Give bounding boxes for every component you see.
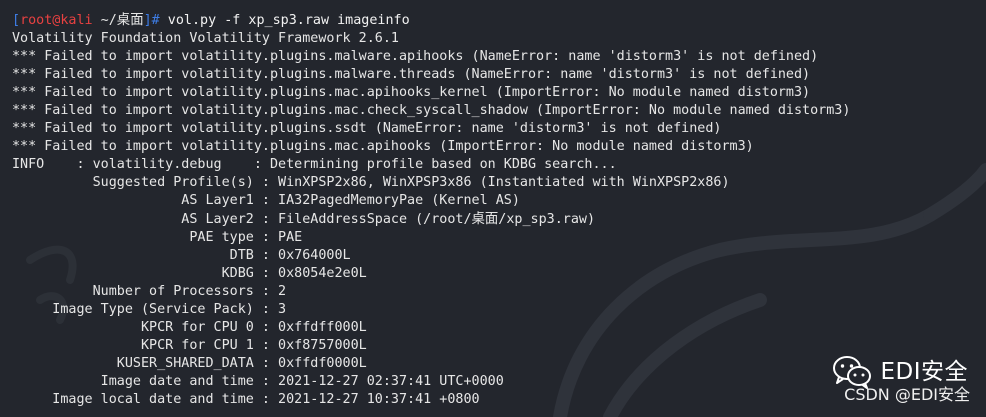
output-line: Image Type (Service Pack) : 3: [12, 301, 287, 317]
output-line: *** Failed to import volatility.plugins.…: [12, 103, 851, 119]
output-line: Suggested Profile(s) : WinXPSP2x86, WinX…: [12, 175, 730, 191]
output-line: *** Failed to import volatility.plugins.…: [12, 121, 722, 137]
terminal-output: [root@kali ~/桌面]# vol.py -f xp_sp3.raw i…: [12, 12, 986, 409]
output-line: *** Failed to import volatility.plugins.…: [12, 139, 754, 155]
terminal-window[interactable]: [root@kali ~/桌面]# vol.py -f xp_sp3.raw i…: [0, 0, 986, 417]
output-line: Image local date and time : 2021-12-27 1…: [12, 391, 480, 407]
output-line: Number of Processors : 2: [12, 283, 287, 299]
prompt-open-bracket: [: [12, 13, 21, 28]
prompt-line: [root@kali ~/桌面]# vol.py -f xp_sp3.raw i…: [12, 12, 986, 30]
output-line: AS Layer2 : FileAddressSpace (/root/桌面/x…: [12, 211, 596, 227]
prompt-path: ~/桌面: [92, 13, 144, 28]
output-line: PAE type : PAE: [12, 229, 303, 245]
output-line: *** Failed to import volatility.plugins.…: [12, 67, 811, 83]
output-line: KPCR for CPU 1 : 0xf8757000L: [12, 337, 367, 353]
output-line: INFO : volatility.debug : Determining pr…: [12, 157, 617, 173]
output-line: KDBG : 0x8054e2e0L: [12, 265, 367, 281]
wechat-icon: [833, 356, 872, 389]
watermark: EDI安全: [832, 355, 968, 389]
output-line: *** Failed to import volatility.plugins.…: [12, 85, 811, 101]
command-text: vol.py -f xp_sp3.raw imageinfo: [167, 13, 410, 28]
output-line: Volatility Foundation Volatility Framewo…: [12, 31, 399, 47]
watermark-subtitle: CSDN @EDI安全: [844, 385, 970, 404]
output-line: DTB : 0x764000L: [12, 247, 351, 263]
output-line: KPCR for CPU 0 : 0xffdff000L: [12, 319, 367, 335]
prompt-close: ]#: [143, 13, 168, 28]
prompt-user-host: root@kali: [20, 13, 93, 28]
watermark-title: EDI安全: [880, 358, 968, 385]
output-line: *** Failed to import volatility.plugins.…: [12, 49, 819, 65]
output-line: AS Layer1 : IA32PagedMemoryPae (Kernel A…: [12, 193, 520, 209]
